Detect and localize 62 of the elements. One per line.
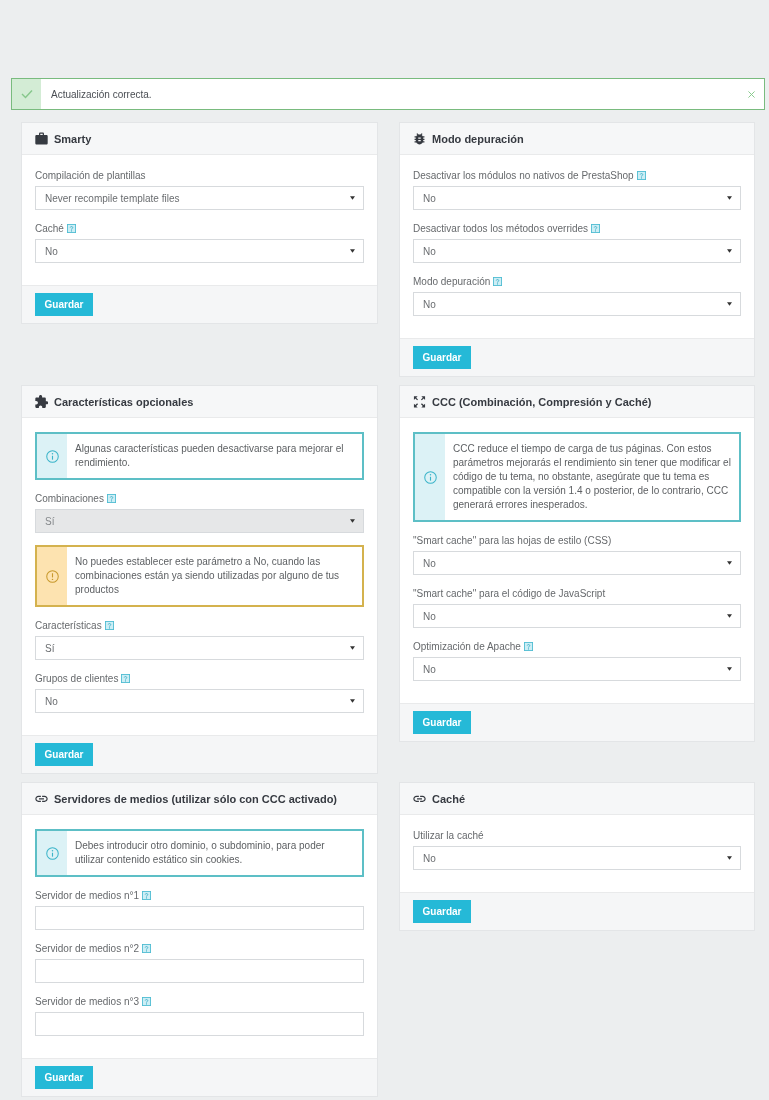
- text-field[interactable]: [35, 959, 364, 983]
- expand-icon: [413, 395, 426, 408]
- warning-icon: [45, 569, 59, 583]
- text-field[interactable]: [35, 906, 364, 930]
- caret-icon: [727, 667, 732, 671]
- caret-icon: [727, 302, 732, 306]
- field-label: Caché: [35, 222, 64, 235]
- dropdown[interactable]: No: [413, 551, 741, 575]
- bug-icon: [413, 132, 426, 145]
- dropdown[interactable]: No: [35, 239, 364, 263]
- info-icon: [423, 470, 437, 484]
- caret-icon: [727, 614, 732, 618]
- field-label: Optimización de Apache: [413, 640, 521, 653]
- puzzle-piece-icon: [35, 395, 48, 408]
- caret-icon: [727, 249, 732, 253]
- panel-title: Servidores de medios (utilizar sólo con CCC activado): [54, 792, 337, 805]
- field-label: Modo depuración: [413, 275, 491, 288]
- info-text: CCC reduce el tiempo de carga de tus páginas. Con estos parámetros mejorarás el rendimiento sin tener que modificar el código de tu tema, no obstante, asegúrate que tu tema es compatible con la versión 1.4 o posterior, de lo contrario, CCC generará errores inesperados.: [452, 442, 732, 512]
- briefcase-icon: [35, 132, 48, 145]
- caret-icon: [727, 561, 732, 565]
- dropdown[interactable]: Sí: [35, 636, 364, 660]
- field-label: Compilación de plantillas: [35, 169, 146, 182]
- field-label: Grupos de clientes: [35, 672, 119, 685]
- caret-icon: [350, 249, 355, 253]
- warning-text: No puedes establecer este parámetro a No, cuando las combinaciones están ya siendo utilizadas por alguno de tus productos: [74, 555, 341, 597]
- caret-icon: [350, 519, 355, 523]
- field-label: "Smart cache" para el código de JavaScript: [413, 587, 606, 600]
- panel-title: Modo depuración: [432, 132, 524, 145]
- field-label: Desactivar los módulos no nativos de PrestaShop: [413, 169, 634, 182]
- dropdown[interactable]: No: [413, 604, 741, 628]
- close-icon[interactable]: [748, 90, 755, 98]
- dropdown[interactable]: No: [413, 846, 741, 870]
- caret-icon: [727, 856, 732, 860]
- field-label: Desactivar todos los métodos overrides: [413, 222, 589, 235]
- check-icon: [20, 89, 33, 99]
- panel-title: Smarty: [54, 132, 92, 145]
- dropdown[interactable]: No: [413, 657, 741, 681]
- panel-title: Características opcionales: [54, 395, 194, 408]
- field-label: Utilizar la caché: [413, 829, 484, 842]
- field-label: Combinaciones: [35, 492, 104, 505]
- panel-title: CCC (Combinación, Compresión y Caché): [432, 395, 652, 408]
- field-label: Servidor de medios n°2: [35, 942, 140, 955]
- alert-message: Actualización correcta.: [51, 88, 153, 100]
- info-icon: [45, 846, 59, 860]
- panel-title: Caché: [432, 792, 466, 805]
- info-text: Debes introducir otro dominio, o subdominio, para poder utilizar contenido estático sin cookies.: [74, 839, 326, 867]
- dropdown[interactable]: No: [413, 186, 741, 210]
- info-icon: [45, 449, 59, 463]
- field-label: "Smart cache" para las hojas de estilo (CSS): [413, 534, 612, 547]
- caret-icon: [350, 646, 355, 650]
- dropdown[interactable]: No: [413, 239, 741, 263]
- caret-icon: [350, 699, 355, 703]
- dropdown[interactable]: No: [413, 292, 741, 316]
- dropdown[interactable]: No: [35, 689, 364, 713]
- caret-icon: [350, 196, 355, 200]
- dropdown[interactable]: Never recompile template files: [35, 186, 364, 210]
- text-field[interactable]: [35, 1012, 364, 1036]
- field-label: Características: [35, 619, 102, 632]
- info-text: Algunas características pueden desactivarse para mejorar el rendimiento.: [74, 442, 345, 470]
- field-label: Servidor de medios n°3: [35, 995, 140, 1008]
- field-label: Servidor de medios n°1: [35, 889, 140, 902]
- caret-icon: [727, 196, 732, 200]
